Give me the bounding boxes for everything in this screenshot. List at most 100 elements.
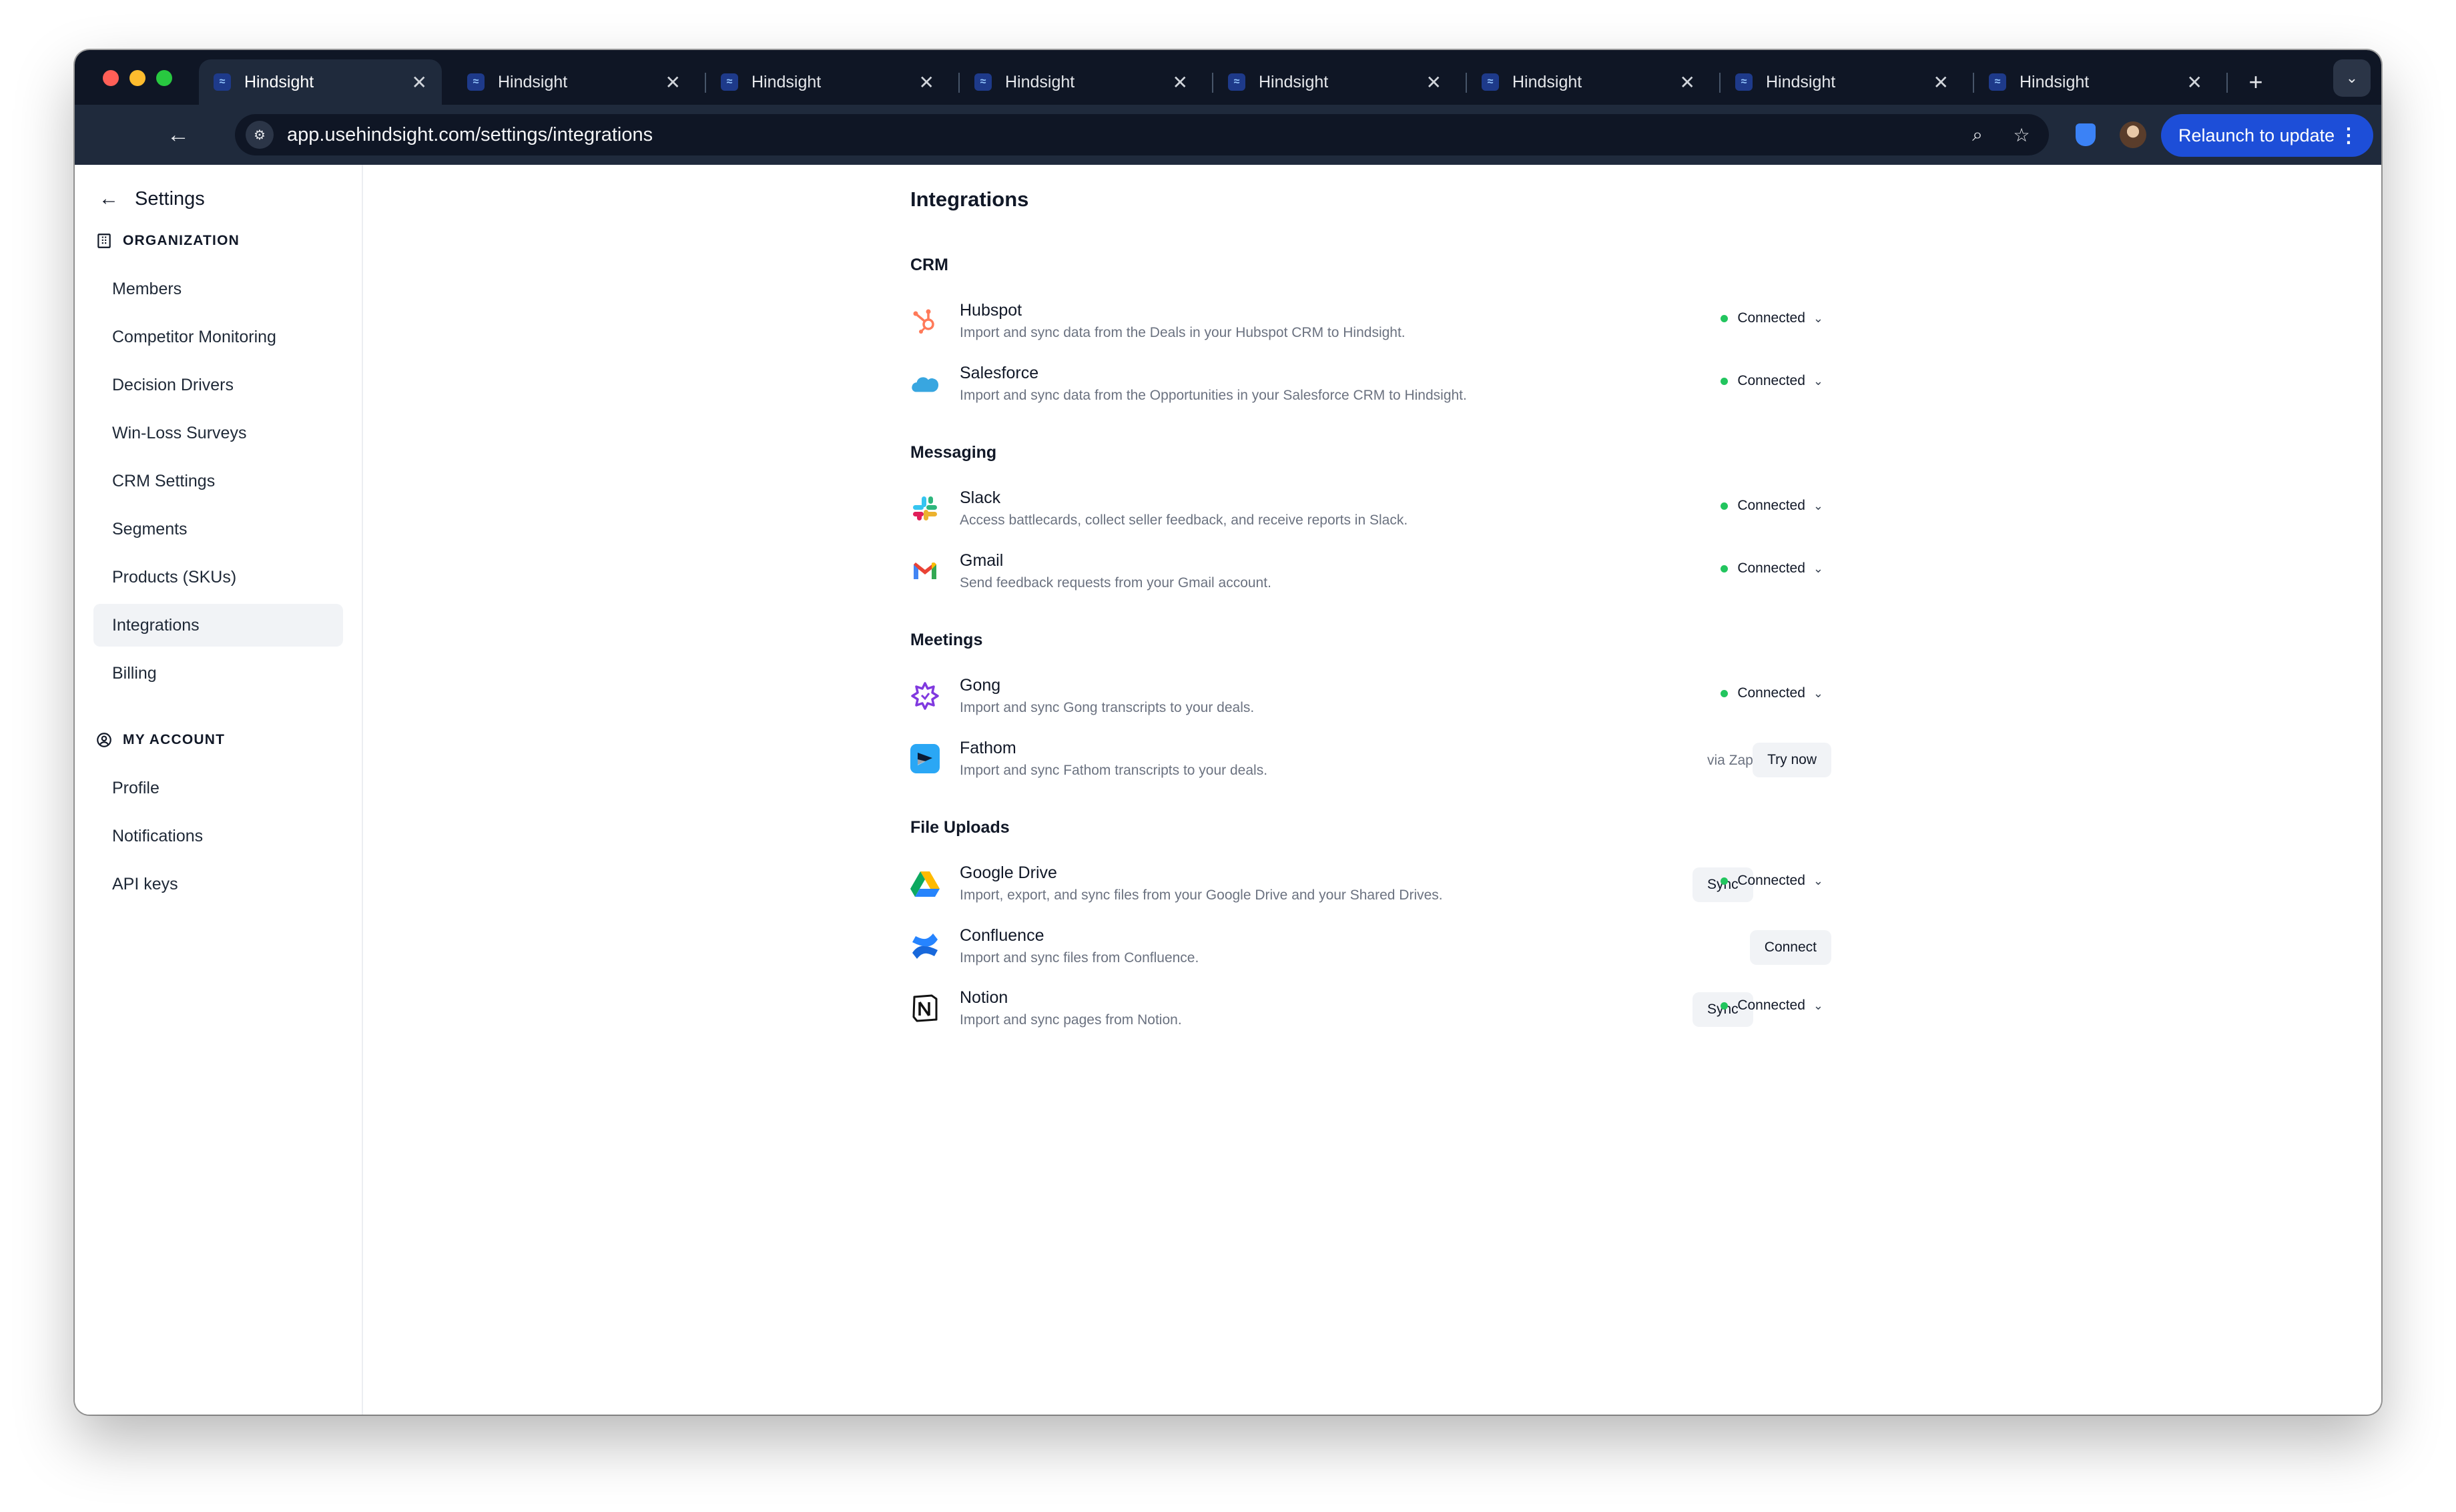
try-now-button[interactable]: Try now bbox=[1753, 743, 1831, 777]
back-arrow-icon[interactable]: ← bbox=[99, 187, 119, 210]
organization-heading-label: ORGANIZATION bbox=[123, 233, 240, 248]
tab-strip: ≈ Hindsight ✕ ≈ Hindsight ✕ ≈ Hindsight … bbox=[75, 50, 2381, 105]
integration-description: Import and sync Fathom transcripts to yo… bbox=[960, 763, 1268, 778]
close-tab-icon[interactable]: ✕ bbox=[665, 71, 681, 93]
close-tab-icon[interactable]: ✕ bbox=[412, 71, 427, 93]
integration-description: Import and sync data from the Deals in y… bbox=[960, 325, 1406, 340]
relaunch-to-update-button[interactable]: Relaunch to update ⋮ bbox=[2161, 114, 2373, 157]
connected-status-dropdown[interactable]: Connected ⌄ bbox=[1721, 373, 1823, 389]
sidebar-item-members[interactable]: Members bbox=[93, 268, 343, 310]
connected-status-dropdown[interactable]: Connected ⌄ bbox=[1721, 498, 1823, 514]
tab-title: Hindsight bbox=[1766, 72, 1836, 91]
sidebar-item-decision-drivers[interactable]: Decision Drivers bbox=[93, 364, 343, 406]
bitwarden-extension-icon[interactable] bbox=[2069, 118, 2102, 151]
status-dot bbox=[1721, 314, 1729, 322]
minimize-window-button[interactable] bbox=[129, 70, 145, 86]
sidebar-item-api-keys[interactable]: API keys bbox=[93, 863, 343, 905]
tab-search-button[interactable]: ⌄ bbox=[2333, 59, 2371, 97]
integration-name: Google Drive bbox=[960, 863, 1057, 882]
close-tab-icon[interactable]: ✕ bbox=[2187, 71, 2202, 93]
status-dot bbox=[1721, 1002, 1729, 1010]
integration-description: Send feedback requests from your Gmail a… bbox=[960, 575, 1271, 591]
status-label: Connected bbox=[1737, 685, 1805, 701]
sidebar-item-label: Profile bbox=[112, 778, 160, 797]
page-title: Integrations bbox=[910, 187, 1029, 211]
connected-status-dropdown[interactable]: Connected ⌄ bbox=[1721, 310, 1823, 326]
sidebar-item-crm-settings[interactable]: CRM Settings bbox=[93, 460, 343, 502]
chevron-down-icon: ⌄ bbox=[1813, 311, 1823, 325]
browser-tab[interactable]: ≈ Hindsight ✕ bbox=[199, 59, 442, 105]
site-settings-icon[interactable]: ⚙ bbox=[246, 121, 274, 149]
connected-status-dropdown[interactable]: Connected ⌄ bbox=[1721, 685, 1823, 701]
browser-tab[interactable]: ≈ Hindsight ✕ bbox=[1467, 59, 1710, 105]
integration-row-google-drive: Google Drive Import, export, and sync fi… bbox=[910, 857, 1831, 910]
status-dot bbox=[1721, 877, 1729, 885]
slack-icon bbox=[910, 494, 940, 523]
connected-status-dropdown[interactable]: Connected ⌄ bbox=[1721, 560, 1823, 577]
integration-row-confluence: Confluence Import and sync files from Co… bbox=[910, 919, 1831, 973]
sidebar-item-label: Members bbox=[112, 279, 182, 298]
maximize-window-button[interactable] bbox=[156, 70, 172, 86]
sidebar-item-notifications[interactable]: Notifications bbox=[93, 815, 343, 857]
sidebar-item-profile[interactable]: Profile bbox=[93, 767, 343, 809]
tab-title: Hindsight bbox=[244, 72, 314, 91]
address-bar[interactable]: ⚙ app.usehindsight.com/settings/integrat… bbox=[235, 114, 2049, 155]
user-circle-icon bbox=[95, 731, 113, 749]
hindsight-favicon-icon: ≈ bbox=[467, 73, 485, 91]
browser-tab[interactable]: ≈ Hindsight ✕ bbox=[1974, 59, 2217, 105]
settings-title: Settings bbox=[135, 187, 205, 210]
status-dot bbox=[1721, 689, 1729, 697]
hubspot-icon bbox=[910, 306, 940, 336]
browser-tab[interactable]: ≈ Hindsight ✕ bbox=[960, 59, 1203, 105]
browser-tab[interactable]: ≈ Hindsight ✕ bbox=[1721, 59, 1963, 105]
sidebar-item-segments[interactable]: Segments bbox=[93, 508, 343, 550]
confluence-icon bbox=[910, 931, 940, 961]
sidebar-item-win-loss-surveys[interactable]: Win-Loss Surveys bbox=[93, 412, 343, 454]
profile-avatar[interactable] bbox=[2120, 121, 2146, 148]
browser-tab[interactable]: ≈ Hindsight ✕ bbox=[452, 59, 695, 105]
browser-tab[interactable]: ≈ Hindsight ✕ bbox=[706, 59, 949, 105]
status-label: Connected bbox=[1737, 873, 1805, 888]
status-dot bbox=[1721, 377, 1729, 385]
close-tab-icon[interactable]: ✕ bbox=[1933, 71, 1949, 93]
status-dot bbox=[1721, 564, 1729, 573]
sidebar-item-label: Segments bbox=[112, 519, 188, 538]
connected-status-dropdown[interactable]: Connected ⌄ bbox=[1721, 873, 1823, 889]
hindsight-favicon-icon: ≈ bbox=[1735, 73, 1753, 91]
connect-button[interactable]: Connect bbox=[1749, 930, 1831, 965]
hindsight-favicon-icon: ≈ bbox=[974, 73, 992, 91]
sidebar-item-billing[interactable]: Billing bbox=[93, 652, 343, 695]
integration-description: Import and sync pages from Notion. bbox=[960, 1012, 1182, 1028]
close-tab-icon[interactable]: ✕ bbox=[1680, 71, 1695, 93]
bookmark-star-icon[interactable]: ☆ bbox=[2005, 118, 2038, 151]
connected-status-dropdown[interactable]: Connected ⌄ bbox=[1721, 998, 1823, 1014]
hindsight-favicon-icon: ≈ bbox=[1989, 73, 2006, 91]
close-tab-icon[interactable]: ✕ bbox=[1173, 71, 1188, 93]
chevron-down-icon: ⌄ bbox=[1813, 498, 1823, 512]
zoom-icon[interactable]: ⌕ bbox=[1961, 118, 1994, 151]
settings-sidebar: ← Settings ORGANIZATION Members Competit… bbox=[75, 165, 363, 1415]
integration-name: Salesforce bbox=[960, 364, 1039, 382]
sidebar-item-label: API keys bbox=[112, 874, 178, 893]
sidebar-item-integrations[interactable]: Integrations bbox=[93, 604, 343, 647]
close-tab-icon[interactable]: ✕ bbox=[1426, 71, 1442, 93]
status-label: Connected bbox=[1737, 560, 1805, 576]
new-tab-button[interactable]: + bbox=[2238, 65, 2273, 99]
browser-tab[interactable]: ≈ Hindsight ✕ bbox=[1213, 59, 1456, 105]
close-tab-icon[interactable]: ✕ bbox=[919, 71, 934, 93]
integration-row-salesforce: Salesforce Import and sync data from the… bbox=[910, 357, 1831, 410]
sidebar-item-label: CRM Settings bbox=[112, 471, 216, 490]
back-button[interactable]: ← bbox=[162, 118, 195, 151]
url-text[interactable]: app.usehindsight.com/settings/integratio… bbox=[287, 124, 1961, 146]
status-label: Connected bbox=[1737, 998, 1805, 1013]
browser-toolbar: ← ⚙ app.usehindsight.com/settings/integr… bbox=[75, 105, 2381, 165]
group-title-messaging: Messaging bbox=[910, 443, 997, 462]
close-window-button[interactable] bbox=[103, 70, 119, 86]
sidebar-item-label: Billing bbox=[112, 663, 157, 683]
sidebar-item-products[interactable]: Products (SKUs) bbox=[93, 556, 343, 599]
sidebar-item-competitor-monitoring[interactable]: Competitor Monitoring bbox=[93, 316, 343, 358]
relaunch-label: Relaunch to update bbox=[2178, 125, 2335, 145]
chevron-down-icon: ⌄ bbox=[1813, 561, 1823, 575]
sidebar-item-label: Notifications bbox=[112, 826, 204, 845]
status-label: Connected bbox=[1737, 498, 1805, 513]
